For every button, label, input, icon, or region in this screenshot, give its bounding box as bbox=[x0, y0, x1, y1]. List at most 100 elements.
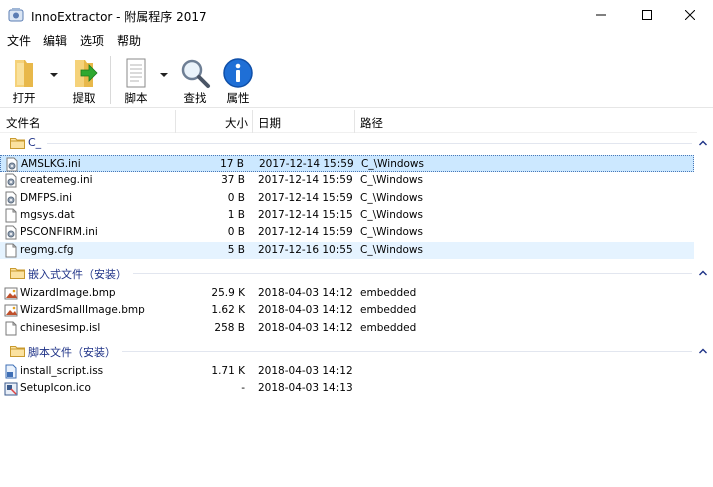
file-path: C_\Windows bbox=[360, 191, 423, 204]
file-name: regmg.cfg bbox=[20, 243, 74, 256]
magnifier-icon bbox=[181, 59, 210, 88]
group-label: 脚本文件（安装） bbox=[28, 344, 122, 360]
group-header[interactable]: 嵌入式文件（安装） bbox=[0, 265, 707, 282]
list-item[interactable]: SetupIcon.ico -2018-04-03 14:13 bbox=[0, 380, 694, 397]
setup-icon-file-icon bbox=[4, 382, 18, 396]
chevron-up-icon[interactable] bbox=[699, 348, 707, 354]
blank-file-icon bbox=[5, 208, 17, 223]
file-path: C_\Windows bbox=[360, 174, 423, 187]
close-button[interactable] bbox=[667, 0, 713, 30]
file-name: SetupIcon.ico bbox=[20, 382, 91, 395]
file-date: 2017-12-14 15:59 bbox=[259, 158, 354, 170]
column-header-size[interactable]: 大小 bbox=[225, 115, 248, 131]
find-button[interactable]: 查找 bbox=[175, 54, 215, 106]
group-label: 嵌入式文件（安装） bbox=[28, 266, 133, 282]
file-date: 2018-04-03 14:12 bbox=[258, 304, 353, 317]
ini-file-icon bbox=[5, 173, 17, 188]
list-item[interactable]: WizardSmallImage.bmp 1.62 K 2018-04-03 14:… bbox=[0, 302, 694, 319]
group-label: C_ bbox=[28, 136, 48, 149]
column-divider[interactable] bbox=[354, 110, 355, 133]
file-path: C_\Windows bbox=[360, 226, 423, 239]
window-title: InnoExtractor - 附属程序 2017 bbox=[31, 10, 207, 24]
file-name: chinesesimp.isl bbox=[20, 321, 101, 334]
file-size: - bbox=[241, 382, 245, 395]
extract-label: 提取 bbox=[72, 91, 96, 105]
file-date: 2018-04-03 14:12 bbox=[258, 287, 353, 299]
file-date: 2017-12-14 15:59 bbox=[258, 226, 353, 239]
list-item[interactable]: AMSLKG.ini 17 B 2017-12-14 15:59 C_\Windows bbox=[0, 155, 694, 172]
folder-open-icon bbox=[15, 60, 33, 87]
extract-button[interactable]: 提取 bbox=[64, 54, 104, 106]
group-header[interactable]: 脚本文件（安装） bbox=[0, 343, 707, 360]
ini-file-icon bbox=[5, 225, 17, 240]
group-header[interactable]: C_ bbox=[0, 135, 707, 152]
file-path: embedded bbox=[360, 304, 417, 317]
list-item[interactable]: WizardImage.bmp 25.9 K 2018-04-03 14:12 emb… bbox=[0, 285, 694, 302]
bitmap-file-icon bbox=[4, 304, 18, 317]
file-date: 2018-04-03 14:13 bbox=[258, 382, 353, 395]
menu-options[interactable]: 选项 bbox=[80, 32, 104, 49]
maximize-button[interactable] bbox=[624, 0, 670, 30]
list-item[interactable]: PSCONFIRM.ini 0 B 2017-12-14 15:59 C_\Windo… bbox=[0, 224, 694, 241]
file-size: 1 B bbox=[227, 208, 245, 221]
column-header-name[interactable]: 文件名 bbox=[6, 115, 41, 131]
extract-folder-icon bbox=[75, 60, 98, 87]
column-divider[interactable] bbox=[252, 110, 253, 133]
file-date: 2018-04-03 14:12 bbox=[258, 365, 353, 377]
script-button[interactable]: 脚本 bbox=[116, 54, 156, 106]
menu-edit[interactable]: 编辑 bbox=[43, 32, 67, 49]
file-path: C_\Windows bbox=[360, 208, 423, 221]
file-size: 0 B bbox=[227, 191, 245, 204]
file-name: WizardSmallImage.bmp bbox=[20, 304, 145, 317]
column-header-date[interactable]: 日期 bbox=[258, 115, 281, 131]
file-date: 2017-12-14 15:59 bbox=[258, 191, 353, 204]
file-path: embedded bbox=[360, 321, 417, 334]
toolbar-separator bbox=[110, 56, 111, 104]
minimize-icon bbox=[596, 14, 606, 16]
file-size: 1.71 K bbox=[211, 365, 245, 377]
open-dropdown-icon[interactable] bbox=[50, 72, 58, 78]
file-name: DMFPS.ini bbox=[20, 191, 73, 204]
open-label: 打开 bbox=[12, 91, 36, 105]
minimize-button[interactable] bbox=[578, 0, 624, 30]
menu-help[interactable]: 帮助 bbox=[117, 32, 141, 49]
file-path: C_\Windows bbox=[361, 158, 424, 170]
title-bar: InnoExtractor - 附属程序 2017 bbox=[0, 0, 713, 30]
file-path: C_\Windows bbox=[360, 243, 423, 256]
list-item[interactable]: chinesesimp.isl 258 B 2018-04-03 14:12 embe… bbox=[0, 320, 694, 337]
list-item[interactable]: DMFPS.ini 0 B 2017-12-14 15:59 C_\Windows bbox=[0, 190, 694, 207]
script-dropdown-icon[interactable] bbox=[160, 72, 168, 78]
vertical-scrollbar[interactable] bbox=[697, 110, 713, 487]
file-path: embedded bbox=[360, 287, 417, 299]
column-header-path[interactable]: 路径 bbox=[360, 115, 383, 131]
file-date: 2017-12-14 15:59 bbox=[258, 174, 353, 187]
file-size: 1.62 K bbox=[211, 304, 245, 317]
properties-button[interactable]: 属性 bbox=[218, 54, 258, 106]
menu-bar: 文件 编辑 选项 帮助 bbox=[0, 30, 713, 50]
file-name: install_script.iss bbox=[20, 365, 104, 377]
list-item[interactable]: regmg.cfg 5 B 2017-12-16 10:55 C_\Windows bbox=[0, 241, 694, 259]
open-button[interactable]: 打开 bbox=[4, 54, 44, 106]
column-divider[interactable] bbox=[175, 110, 176, 133]
group-separator-line bbox=[47, 143, 692, 144]
blank-file-icon bbox=[5, 321, 17, 336]
script-file-icon bbox=[5, 364, 17, 379]
ini-file-icon bbox=[5, 191, 17, 206]
find-label: 查找 bbox=[183, 91, 207, 105]
chevron-up-icon[interactable] bbox=[699, 140, 707, 146]
list-item[interactable]: install_script.iss 1.71 K 2018-04-03 14:12 bbox=[0, 363, 694, 380]
file-size: 25.9 K bbox=[211, 287, 245, 299]
file-name: WizardImage.bmp bbox=[20, 287, 116, 299]
list-item[interactable]: createmeg.ini 37 B 2017-12-14 15:59 C_\Wind… bbox=[0, 172, 694, 189]
chevron-up-icon[interactable] bbox=[699, 270, 707, 276]
list-header: 文件名 大小 日期 路径 bbox=[0, 110, 697, 133]
file-name: mgsys.dat bbox=[20, 208, 75, 221]
properties-label: 属性 bbox=[226, 91, 250, 105]
file-size: 0 B bbox=[227, 226, 245, 239]
list-item[interactable]: mgsys.dat 1 B 2017-12-14 15:15 C_\Windows bbox=[0, 207, 694, 224]
folder-icon bbox=[10, 346, 25, 357]
file-date: 2017-12-14 15:15 bbox=[258, 208, 353, 221]
file-size: 5 B bbox=[227, 243, 245, 256]
menu-file[interactable]: 文件 bbox=[7, 32, 31, 49]
script-label: 脚本 bbox=[124, 91, 148, 105]
